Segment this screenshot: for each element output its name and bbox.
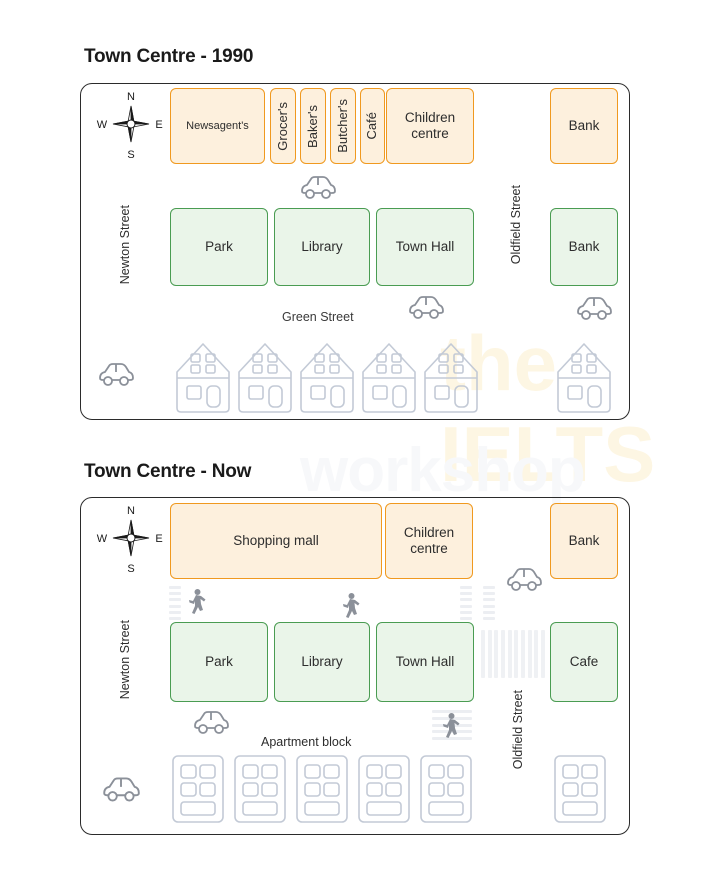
- car-icon: [96, 361, 136, 394]
- house-icon: [360, 338, 418, 421]
- apartment-icon: [232, 753, 288, 830]
- poster-page: the IELTS workshop Town Centre - 1990 N …: [0, 0, 712, 890]
- apartment-icon: [170, 753, 226, 830]
- svg-text:E: E: [155, 533, 162, 545]
- svg-text:S: S: [127, 563, 134, 575]
- car-icon: [574, 295, 614, 328]
- compass-rose-now: N S W E: [96, 502, 166, 581]
- svg-text:W: W: [97, 119, 108, 131]
- street-label-oldfield-1990: Oldfield Street: [509, 185, 523, 265]
- pedestrian-icon: [340, 592, 362, 625]
- zebra-crossing: [481, 630, 545, 678]
- map-title-1990: Town Centre - 1990: [84, 46, 254, 67]
- apartment-icon: [356, 753, 412, 830]
- svg-text:N: N: [127, 91, 135, 103]
- pedestrian-icon: [440, 712, 462, 745]
- car-icon: [191, 709, 231, 742]
- car-icon: [100, 775, 142, 810]
- car-icon: [406, 294, 446, 327]
- house-icon: [298, 338, 356, 421]
- watermark-line-2: workshop: [300, 436, 586, 505]
- car-icon: [504, 566, 544, 599]
- house-icon: [555, 338, 613, 421]
- car-icon: [298, 174, 338, 207]
- house-icon: [422, 338, 480, 421]
- svg-text:S: S: [127, 149, 134, 161]
- svg-text:N: N: [127, 505, 135, 517]
- pedestrian-crossing: [460, 586, 472, 620]
- pedestrian-crossing: [169, 586, 181, 620]
- pedestrian-crossing: [483, 586, 495, 620]
- pedestrian-icon: [186, 588, 208, 621]
- label-apartment-block: Apartment block: [261, 735, 352, 749]
- apartment-icon: [552, 753, 608, 830]
- street-label-newton-1990: Newton Street: [118, 205, 132, 285]
- house-icon: [174, 338, 232, 421]
- apartment-icon: [418, 753, 474, 830]
- compass-rose-1990: N S W E: [96, 88, 166, 167]
- street-label-newton-now: Newton Street: [118, 620, 132, 700]
- svg-text:W: W: [97, 533, 108, 545]
- map-title-now: Town Centre - Now: [84, 461, 252, 482]
- street-label-green-1990: Green Street: [282, 310, 354, 324]
- house-icon: [236, 338, 294, 421]
- street-label-oldfield-now: Oldfield Street: [511, 690, 525, 770]
- svg-text:E: E: [155, 119, 162, 131]
- apartment-icon: [294, 753, 350, 830]
